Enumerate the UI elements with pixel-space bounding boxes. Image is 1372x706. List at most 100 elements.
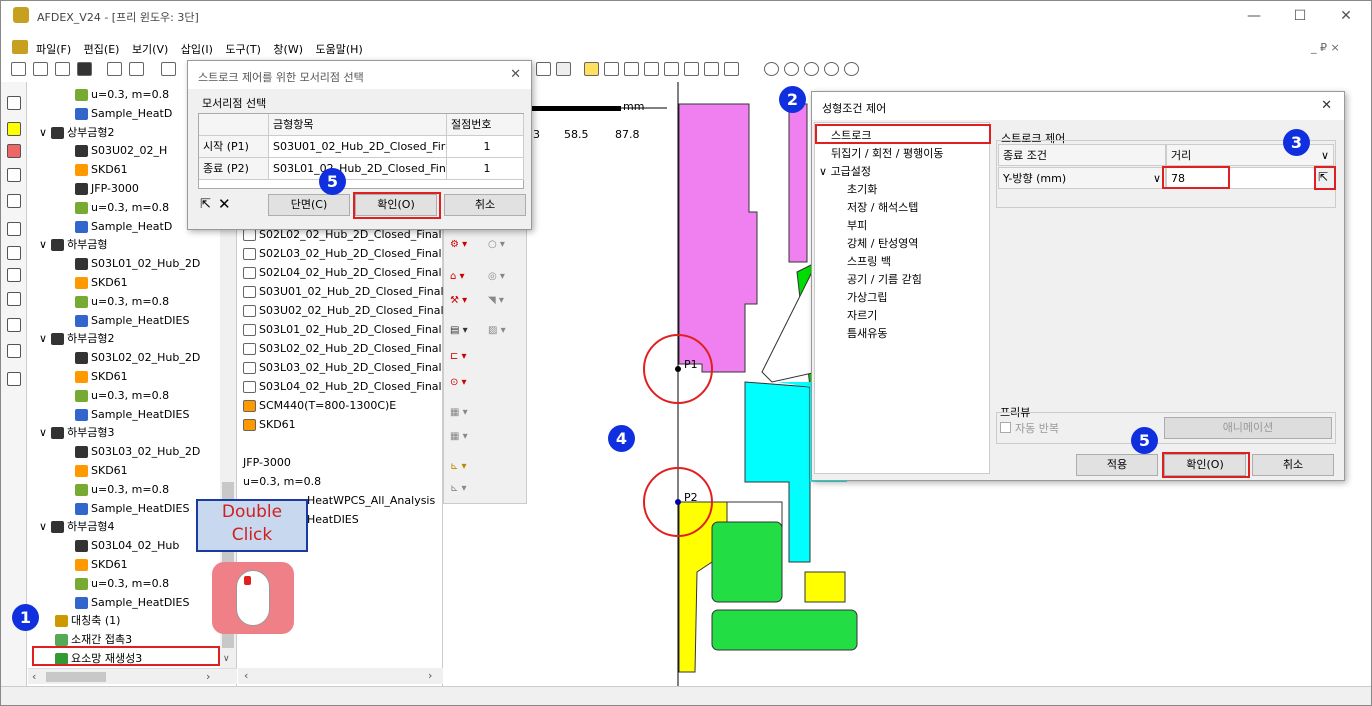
palette-cut-icon[interactable]: ▦ ▾ [450,431,482,449]
monitor-icon[interactable] [7,168,21,182]
nav-flip-rotate[interactable]: 뒤집기 / 회전 / 평행이동 [831,145,943,163]
palette-circle-icon[interactable]: ○ ▾ [488,239,520,257]
scroll-right-arrow-icon[interactable]: › [206,670,210,683]
nav-rigid-elastic[interactable]: 강체 / 탄성영역 [847,235,918,253]
close-icon[interactable]: ✕ [510,67,521,82]
nav-virtual-grip[interactable]: 가상그립 [847,289,887,307]
new-icon[interactable] [11,62,26,76]
list-horizontal-scrollbar[interactable]: ‹ › [238,668,443,684]
mdi-controls[interactable]: _ ₽ × [1311,41,1340,54]
scroll-left-arrow-icon[interactable]: ‹ [32,670,36,683]
tree-item[interactable]: SKD61 [75,161,128,179]
model-icon[interactable] [161,62,176,76]
tree-item[interactable]: u=0.3, m=0.8 [75,199,169,217]
palette-hatch-icon[interactable]: ▨ ▾ [488,325,520,343]
scroll-left-arrow-icon[interactable]: ‹ [244,669,248,682]
stack-icon[interactable] [7,222,21,236]
menu-view[interactable]: 보기(V) [132,41,168,57]
list-item[interactable]: S02L03_02_Hub_2D_Closed_Final [243,245,442,263]
menu-tools[interactable]: 도구(T) [225,41,261,57]
box-icon[interactable] [7,268,21,282]
minimize-button[interactable]: — [1231,5,1277,27]
list-item[interactable]: S03U01_02_Hub_2D_Closed_Final [243,283,444,301]
palette-force-icon[interactable]: ⚒ ▾ [450,295,482,313]
open-icon[interactable] [33,62,48,76]
scroll-down-arrow-icon[interactable]: ∨ [223,654,230,664]
save-icon[interactable] [77,62,92,76]
report-icon[interactable] [7,372,21,386]
tree-item[interactable]: Sample_HeatDIES [75,594,189,612]
list-item[interactable]: S03L03_02_Hub_2D_Closed_Final [243,359,442,377]
tree-item[interactable]: SKD61 [75,274,128,292]
nav-trim[interactable]: 자르기 [847,307,877,325]
pan-icon[interactable] [824,62,839,76]
palette-face-icon[interactable]: ◥ ▾ [488,295,520,313]
menu-file[interactable]: 파일(F) [36,41,71,57]
palette-die-icon[interactable]: ⚙ ▾ [450,239,482,257]
grid-icon[interactable] [556,62,571,76]
expand-toggle-icon[interactable]: ∨ [39,520,47,533]
hierarchy-icon[interactable] [7,246,21,260]
palette-rotate-icon[interactable]: ⊙ ▾ [450,377,482,395]
list-item[interactable]: JFP-3000 [243,454,291,472]
expand-toggle-icon[interactable]: ∨ [39,332,47,345]
nav-save-step[interactable]: 저장 / 해석스텝 [847,199,918,217]
expand-toggle-icon[interactable]: ∨ [39,238,47,251]
measure-icon[interactable] [7,292,21,306]
export-icon[interactable] [129,62,144,76]
cube-5-icon[interactable] [684,62,699,76]
tree-item[interactable]: S03L03_02_Hub_2D [75,443,200,461]
tree-item[interactable]: S03L02_02_Hub_2D [75,349,200,367]
close-button[interactable]: ✕ [1323,5,1369,27]
close-icon[interactable]: ✕ [1321,98,1332,113]
auto-repeat-checkbox[interactable] [1000,422,1011,433]
section-button[interactable]: 단면(C) [268,194,350,216]
step-icon[interactable] [7,344,21,358]
tree-item[interactable]: u=0.3, m=0.8 [75,293,169,311]
tree-item[interactable]: ∨ 하부금형2 [39,330,115,348]
tree-item[interactable]: ∨ 상부금형2 [39,124,115,142]
tree-item[interactable]: SKD61 [75,462,128,480]
cube-yellow-icon[interactable] [584,62,599,76]
list-item[interactable]: u=0.3, m=0.8 [243,473,321,491]
row-end-node[interactable]: 1 [447,158,524,180]
menu-edit[interactable]: 편집(E) [84,41,120,57]
clear-x-icon[interactable]: ✕ [218,195,231,213]
palette-contact-icon[interactable]: ⌂ ▾ [450,271,482,289]
tree-item[interactable]: Sample_HeatDIES [75,312,189,330]
nav-volume[interactable]: 부피 [847,217,867,235]
direction-select[interactable]: Y-방향 (mm) ∨ [998,167,1166,189]
cube-7-icon[interactable] [724,62,739,76]
list-item[interactable]: S03L04_02_Hub_2D_Closed_Final [243,378,442,396]
workpiece-icon[interactable] [7,122,21,136]
tree-item[interactable]: Sample_HeatD [75,105,172,123]
list-item[interactable]: SKD61 [243,416,296,434]
animation-button[interactable]: 애니메이션 [1164,417,1332,439]
list-item[interactable]: S03L02_02_Hub_2D_Closed_Final [243,340,442,358]
row-start-die[interactable]: S03U01_02_Hub_2D_Closed_Fir [269,136,447,158]
palette-grip-icon[interactable]: ▦ ▾ [450,407,482,425]
tree-item[interactable]: SKD61 [75,556,128,574]
pick-cursor-icon[interactable]: ⇱ [200,197,211,212]
apply-button[interactable]: 적용 [1076,454,1158,476]
palette-mesh-icon[interactable]: ▤ ▾ [450,325,482,343]
tree-item[interactable]: u=0.3, m=0.8 [75,387,169,405]
rotate-icon[interactable] [844,62,859,76]
tree-item[interactable]: u=0.3, m=0.8 [75,575,169,593]
open-folder-icon[interactable] [55,62,70,76]
expand-toggle-icon[interactable]: ∨ [39,126,47,139]
palette-ring-icon[interactable]: ◎ ▾ [488,271,520,289]
menu-insert[interactable]: 삽입(I) [181,41,213,57]
list-item[interactable]: HeatWPCS_All_Analysis [307,492,435,510]
palette-gap-icon[interactable]: ⊾ ▾ [450,461,482,479]
tree-item[interactable]: SKD61 [75,368,128,386]
vertex-cancel-button[interactable]: 취소 [444,194,526,216]
view-icon[interactable] [536,62,551,76]
palette-flow-icon[interactable]: ⊾ ▾ [450,483,482,501]
cube-6-icon[interactable] [704,62,719,76]
tree-item[interactable]: S03L01_02_Hub_2D [75,255,200,273]
list-item[interactable]: S03U02_02_Hub_2D_Closed_Final [243,302,444,320]
expand-toggle-icon[interactable]: ∨ [39,426,47,439]
menu-help[interactable]: 도움말(H) [316,41,363,57]
nav-advanced-toggle[interactable]: ∨ 고급설정 [819,163,871,181]
